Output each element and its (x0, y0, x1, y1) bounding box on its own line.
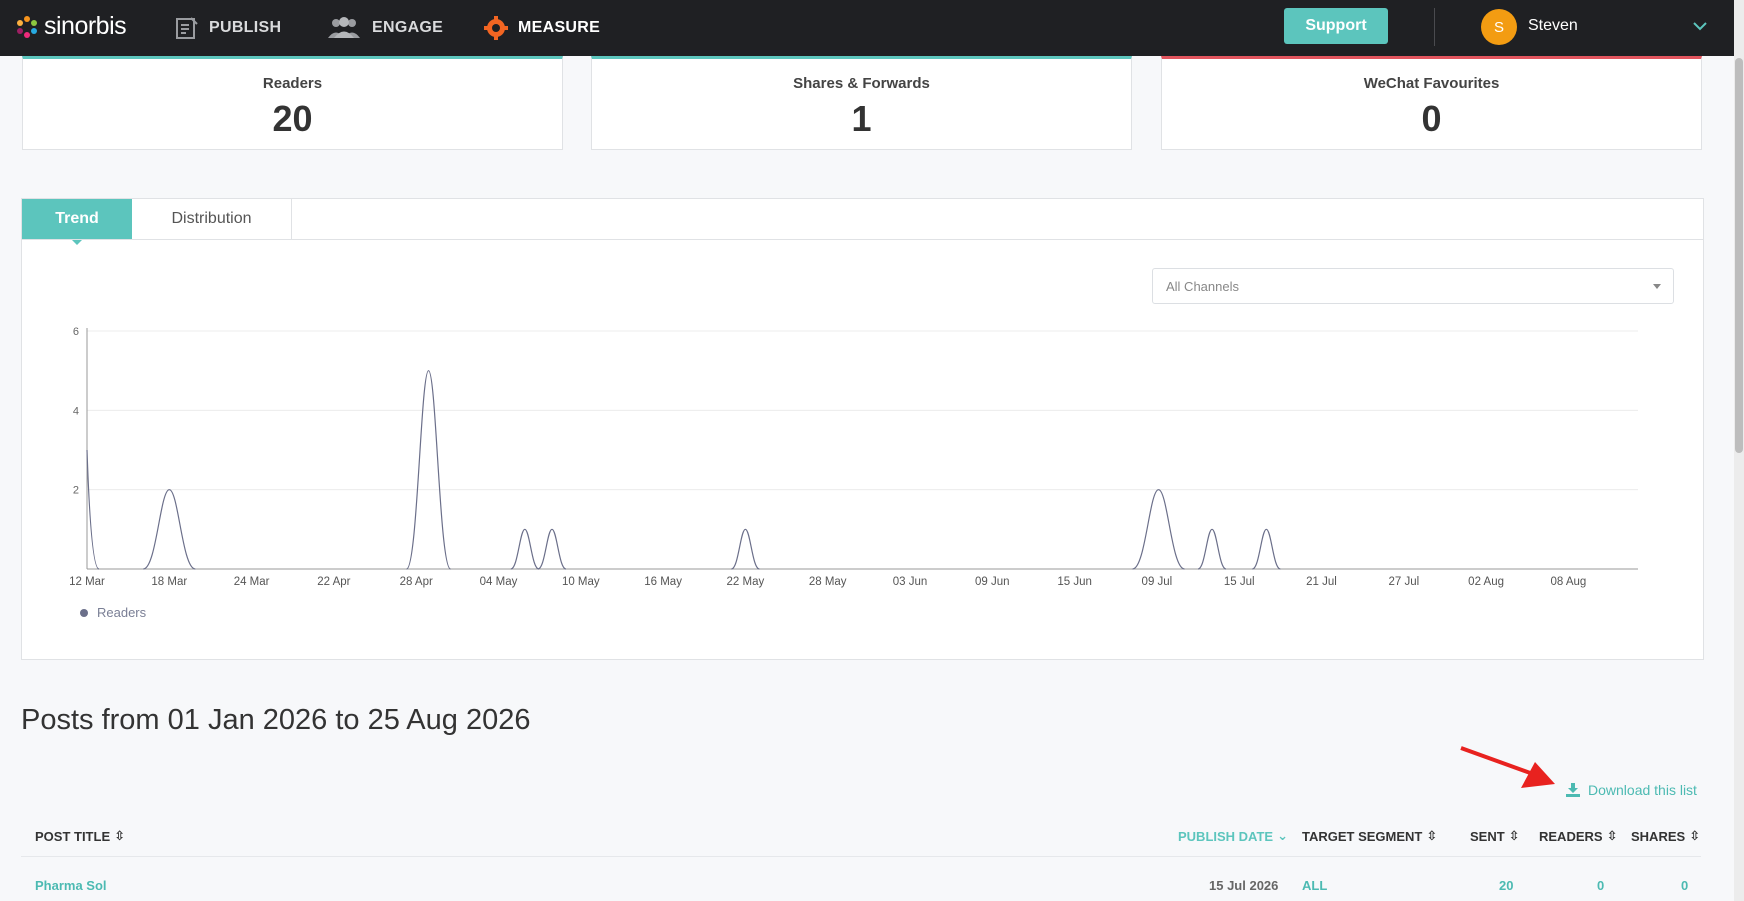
x-tick-label: 09 Jun (975, 576, 1010, 588)
x-tick-label: 15 Jul (1224, 576, 1255, 588)
col-label: PUBLISH DATE (1178, 828, 1274, 844)
stat-value: 20 (272, 98, 313, 139)
x-tick-label: 22 Apr (317, 576, 350, 588)
trend-chart: 2 4 6 12 Mar 18 Mar 24 Mar 22 Apr 28 Apr 04 May 1… (69, 326, 1638, 620)
legend-label: Readers (97, 605, 147, 620)
top-nav-bar: sinorbis PUBLISH ENGAGE MEASURE Support … (0, 0, 1734, 56)
col-label: POST TITLE (35, 828, 111, 844)
download-icon (1566, 783, 1580, 797)
nav-divider (1434, 8, 1435, 46)
col-label: SENT (1470, 828, 1505, 844)
col-label: SHARES (1631, 828, 1686, 844)
x-tick-label: 02 Aug (1468, 576, 1504, 588)
stat-label: WeChat Favourites (1363, 75, 1500, 92)
post-sent: 20 (1499, 878, 1514, 893)
post-segment: ALL (1302, 878, 1328, 893)
col-post-title[interactable]: POST TITLE ⇳ (35, 828, 125, 844)
x-tick-label: 10 May (562, 576, 600, 588)
stat-card-favourites: WeChat Favourites 0 (1161, 56, 1702, 150)
stat-value: 0 (1421, 98, 1442, 139)
x-tick-label: 21 Jul (1306, 576, 1337, 588)
col-label: READERS (1539, 828, 1603, 844)
nav-engage-label: ENGAGE (372, 19, 444, 36)
nav-publish-label: PUBLISH (209, 19, 282, 36)
posts-title: Posts from 01 Jan 2026 to 25 Aug 2026 (21, 704, 531, 736)
x-tick-label: 12 Mar (69, 576, 105, 588)
x-tick-label: 08 Aug (1550, 576, 1586, 588)
x-tick-label: 16 May (644, 576, 682, 588)
nav-publish[interactable]: PUBLISH (175, 0, 281, 56)
stat-label: Readers (262, 75, 323, 92)
x-tick-label: 28 May (809, 576, 847, 588)
col-shares[interactable]: SHARES ⇳ (1631, 828, 1700, 844)
x-tick-label: 24 Mar (234, 576, 270, 588)
stat-label: Shares & Forwards (793, 75, 930, 92)
x-tick-label: 28 Apr (400, 576, 433, 588)
trend-panel: Trend Distribution All Channels 2 4 6 12 Ma… (21, 198, 1704, 660)
download-list-label: Download this list (1588, 782, 1697, 798)
x-tick-label: 27 Jul (1388, 576, 1419, 588)
series-line-readers (86, 370, 1281, 570)
y-tick-label: 2 (73, 485, 79, 497)
col-sent[interactable]: SENT ⇳ (1470, 828, 1520, 844)
avatar[interactable]: S (1481, 9, 1517, 45)
x-tick-label: 09 Jul (1142, 576, 1173, 588)
x-tick-label: 04 May (480, 576, 518, 588)
x-tick-label: 22 May (727, 576, 765, 588)
logo[interactable]: sinorbis (16, 12, 127, 41)
chevron-down-icon: ⌄ (1277, 828, 1289, 843)
logo-mark-icon (16, 15, 38, 38)
sort-icon: ⇳ (1689, 828, 1701, 843)
sort-icon: ⇳ (1508, 828, 1520, 843)
post-title-link[interactable]: Pharma Sol (35, 878, 107, 893)
nav-engage[interactable]: ENGAGE (326, 0, 443, 56)
x-tick-label: 18 Mar (151, 576, 187, 588)
sort-icon: ⇳ (1606, 828, 1618, 843)
gear-icon (484, 16, 508, 40)
col-label: TARGET SEGMENT (1302, 828, 1423, 844)
publish-icon (176, 17, 198, 39)
y-tick-label: 6 (73, 326, 79, 338)
stat-card-shares: Shares & Forwards 1 (591, 56, 1132, 150)
scrollbar-thumb[interactable] (1735, 58, 1743, 453)
user-name[interactable]: Steven (1528, 17, 1578, 35)
col-readers[interactable]: READERS ⇳ (1539, 828, 1617, 844)
posts-table-header: POST TITLE ⇳ PUBLISH DATE ⌄ TARGET SEGME… (21, 822, 1701, 857)
y-tick-label: 4 (73, 405, 79, 417)
x-tick-label: 15 Jun (1057, 576, 1092, 588)
download-list-link[interactable]: Download this list (1566, 782, 1697, 798)
col-target-segment[interactable]: TARGET SEGMENT ⇳ (1302, 828, 1437, 844)
chevron-down-icon[interactable] (1692, 19, 1708, 33)
sort-icon: ⇳ (1426, 828, 1438, 843)
post-date: 15 Jul 2026 (1209, 878, 1279, 893)
sort-icon: ⇳ (114, 828, 126, 843)
col-publish-date[interactable]: PUBLISH DATE ⌄ (1178, 828, 1288, 844)
nav-measure[interactable]: MEASURE (484, 0, 600, 56)
nav-measure-label: MEASURE (518, 19, 601, 36)
x-tick-label: 03 Jun (893, 576, 928, 588)
post-readers: 0 (1597, 878, 1605, 893)
annotation-arrow (1460, 746, 1555, 788)
stat-card-readers: Readers 20 (22, 56, 563, 150)
post-shares: 0 (1681, 878, 1689, 893)
support-button[interactable]: Support (1284, 8, 1388, 44)
engage-icon (328, 17, 360, 38)
logo-text: sinorbis (44, 12, 127, 40)
stat-value: 1 (851, 98, 872, 139)
legend-marker (80, 609, 88, 617)
table-row[interactable]: Pharma Sol 15 Jul 2026 ALL 20 0 0 (21, 870, 1701, 901)
